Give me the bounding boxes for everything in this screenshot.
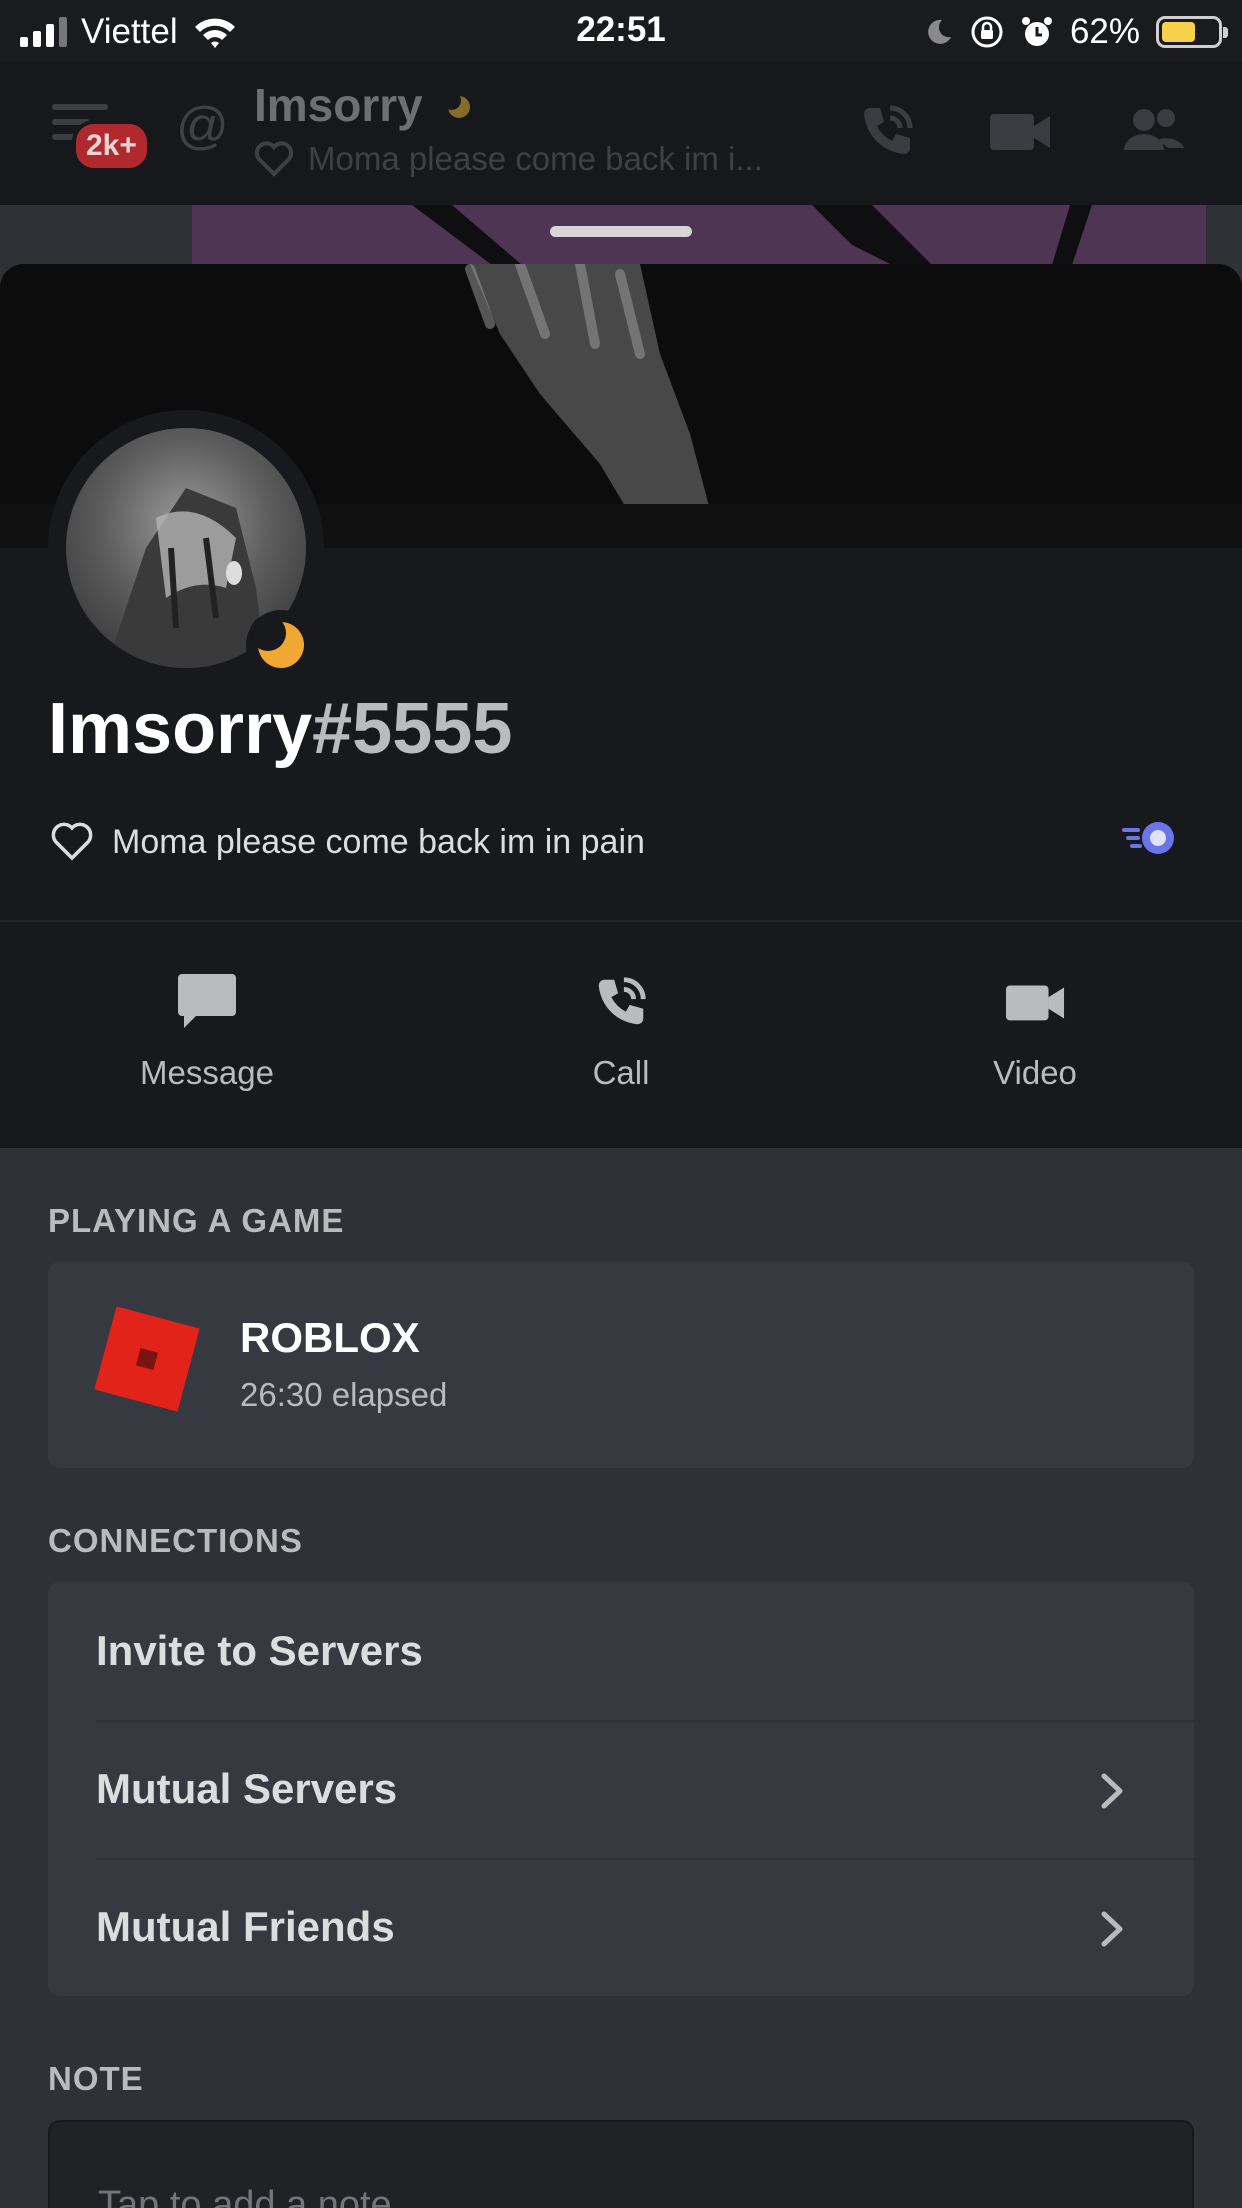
activity-card[interactable]: ROBLOX 26:30 elapsed xyxy=(48,1262,1194,1468)
mutual-friends-row[interactable]: Mutual Friends xyxy=(48,1858,1194,1996)
roblox-icon xyxy=(94,1306,200,1412)
invite-to-servers-row[interactable]: Invite to Servers xyxy=(48,1582,1194,1720)
custom-status-text: Moma please come back im in pain xyxy=(112,822,645,861)
idle-status-indicator xyxy=(246,610,316,680)
status-bar: Viettel 22:51 62% xyxy=(0,0,1242,62)
activity-section-title: PLAYING A GAME xyxy=(48,1202,345,1239)
message-label: Message xyxy=(140,1054,274,1091)
battery-fill xyxy=(1162,22,1196,42)
members-icon[interactable] xyxy=(1118,100,1188,162)
profile-actions: Message Call Video xyxy=(0,922,1242,1148)
status-bar-right: 62% xyxy=(924,10,1228,54)
note-placeholder: Tap to add a note xyxy=(98,2184,392,2208)
video-label: Video xyxy=(993,1054,1077,1091)
username-text: Imsorry xyxy=(48,689,313,769)
message-icon xyxy=(178,974,236,1028)
background-preview xyxy=(192,205,1206,265)
heart-icon xyxy=(254,141,294,177)
call-button[interactable]: Call xyxy=(414,922,828,1148)
note-input[interactable]: Tap to add a note xyxy=(48,2120,1194,2208)
sheet-drag-handle[interactable] xyxy=(550,226,692,237)
header-status: Moma please come back im i... xyxy=(254,140,763,178)
header-status-text: Moma please come back im i... xyxy=(308,140,763,177)
connections-card: Invite to Servers Mutual Servers Mutual … xyxy=(48,1582,1194,1996)
call-label: Call xyxy=(592,1054,650,1091)
at-icon: @ xyxy=(176,97,229,155)
background-art xyxy=(412,205,1092,265)
profile-details: PLAYING A GAME ROBLOX 26:30 elapsed CONN… xyxy=(0,1148,1242,2208)
channel-header: 2k+ @ Imsorry Moma please come back im i… xyxy=(0,62,1242,205)
moon-icon xyxy=(928,19,951,44)
call-icon[interactable] xyxy=(856,100,918,162)
mutual-friends-label: Mutual Friends xyxy=(96,1903,395,1950)
message-button[interactable]: Message xyxy=(0,922,414,1148)
mutual-servers-row[interactable]: Mutual Servers xyxy=(48,1720,1194,1858)
header-name[interactable]: Imsorry xyxy=(254,78,423,132)
nitro-badge-icon[interactable] xyxy=(1120,818,1180,858)
battery-percent: 62% xyxy=(1069,12,1140,51)
video-button[interactable]: Video xyxy=(828,922,1242,1148)
invite-to-servers-label: Invite to Servers xyxy=(96,1627,423,1674)
heart-icon xyxy=(51,822,93,861)
chevron-right-icon xyxy=(1101,1911,1123,1947)
call-icon xyxy=(598,977,646,1025)
rotation-lock-icon xyxy=(971,16,1003,48)
battery-icon xyxy=(1156,16,1228,48)
mutual-servers-label: Mutual Servers xyxy=(96,1765,398,1812)
profile-username[interactable]: Imsorry#5555 xyxy=(48,688,512,770)
header-idle-icon xyxy=(442,91,470,118)
chevron-right-icon xyxy=(1101,1773,1123,1809)
game-elapsed: 26:30 elapsed xyxy=(240,1376,448,1413)
game-name: ROBLOX xyxy=(240,1314,420,1361)
discriminator: #5555 xyxy=(312,689,513,769)
note-section-title: NOTE xyxy=(48,2060,144,2097)
connections-section-title: CONNECTIONS xyxy=(48,1522,303,1559)
video-icon[interactable] xyxy=(988,100,1052,162)
video-icon xyxy=(1005,985,1065,1021)
alarm-icon xyxy=(1021,17,1052,46)
unread-badge: 2k+ xyxy=(72,120,151,172)
custom-status: Moma please come back im in pain xyxy=(50,822,645,862)
idle-moon-icon xyxy=(250,615,304,668)
